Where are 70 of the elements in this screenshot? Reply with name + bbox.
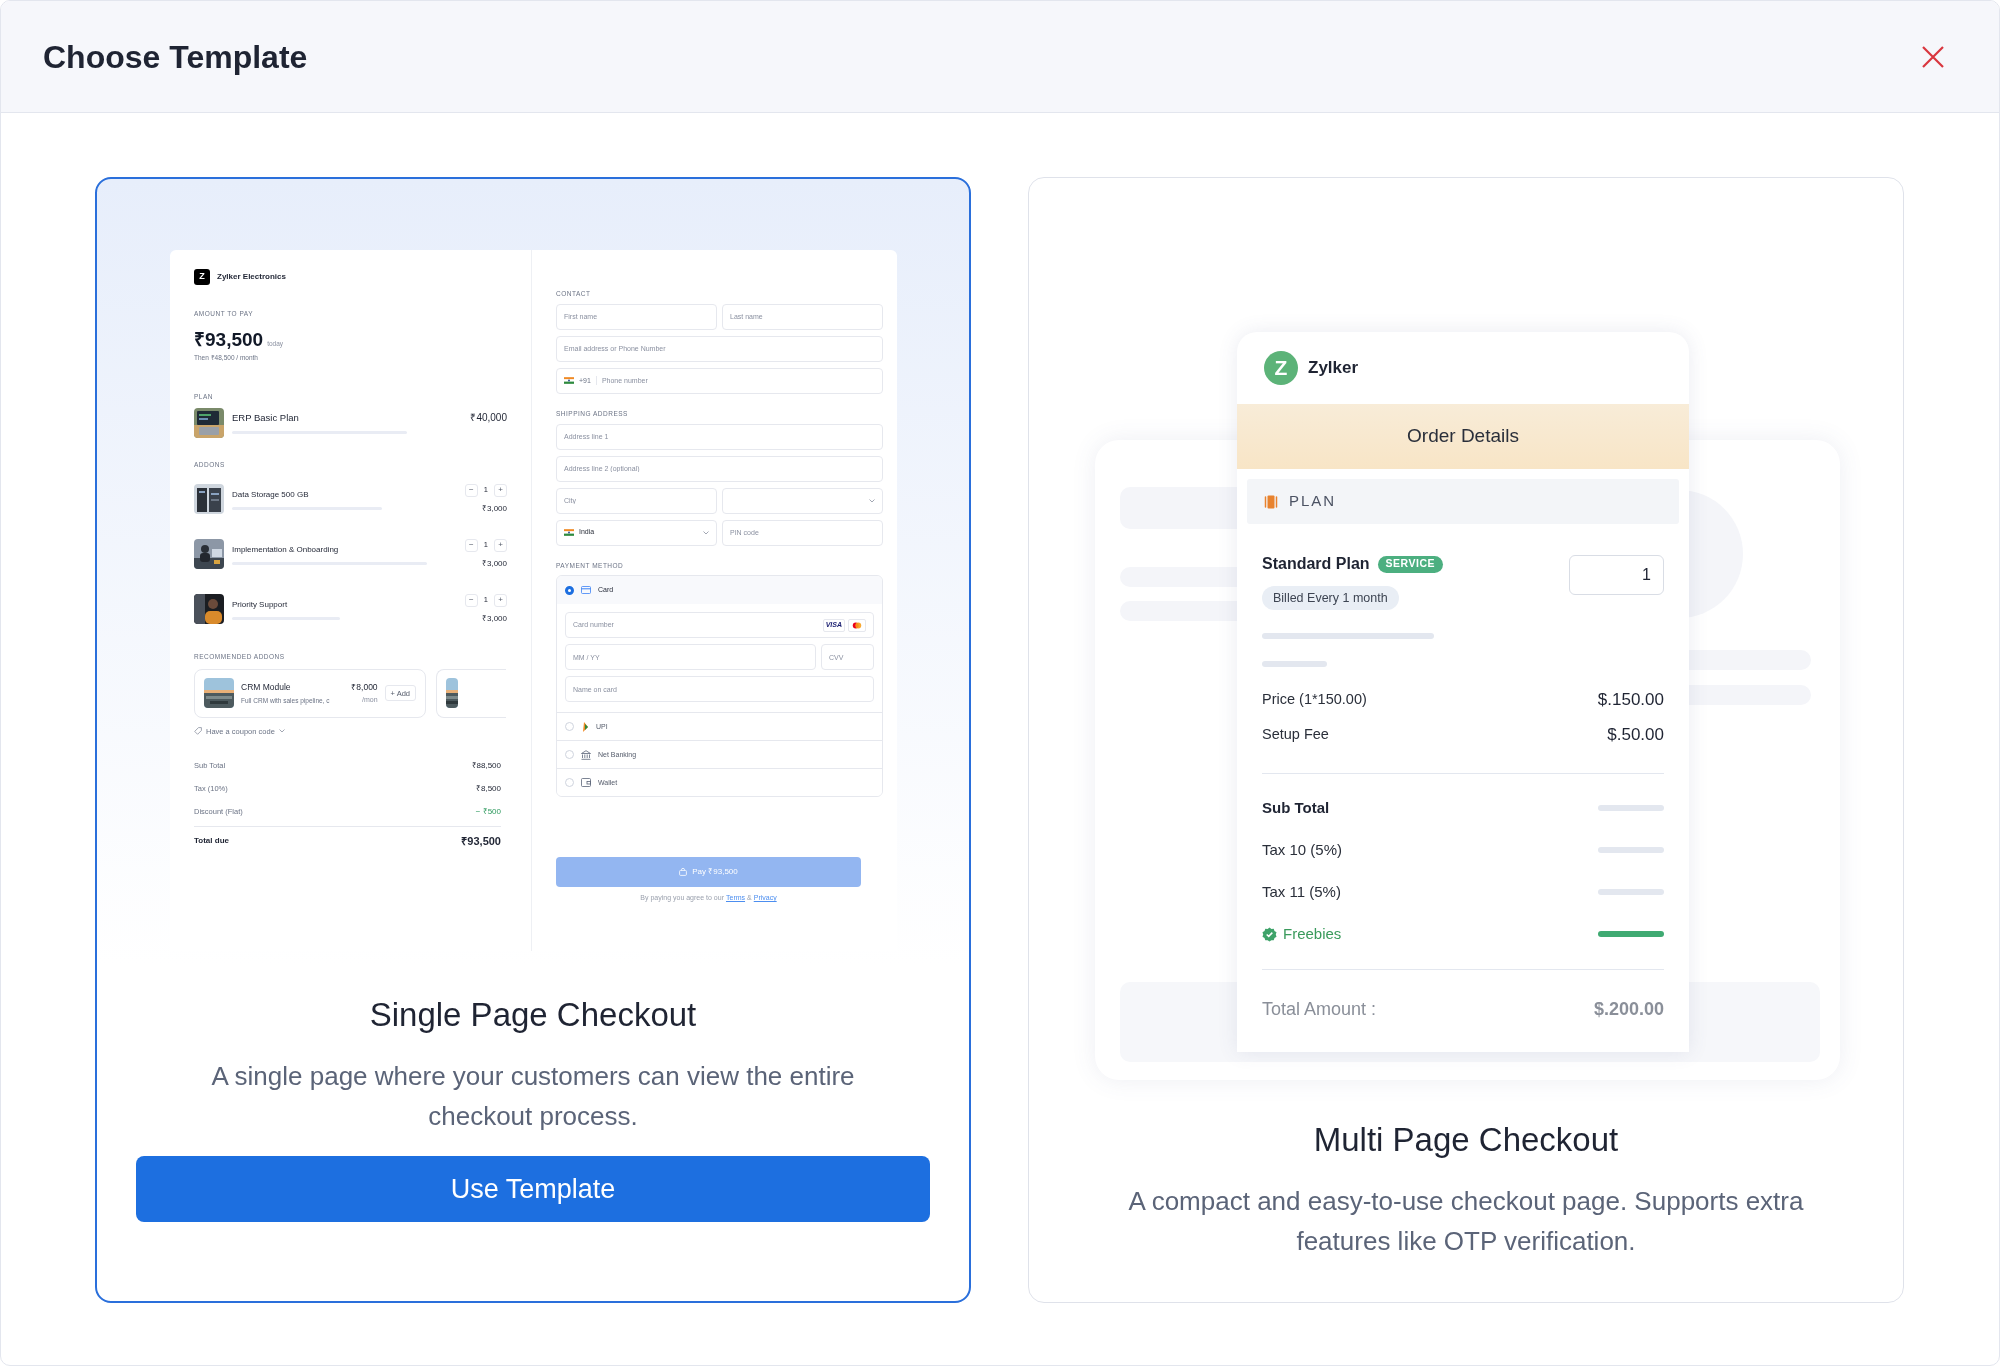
placeholder-bar xyxy=(1598,805,1664,811)
template-card[interactable] xyxy=(95,177,971,1303)
charge-value: $.50.00 xyxy=(1607,724,1664,747)
billing-pill: Billed Every 1 month xyxy=(1262,586,1399,610)
use-template-button[interactable]: Use Template xyxy=(136,1156,930,1222)
increment-button[interactable]: + xyxy=(494,538,507,552)
item-price: ₹3,000 xyxy=(481,502,507,515)
brand-name: Zylker xyxy=(1308,357,1359,380)
total-label: Total due xyxy=(194,835,229,848)
template-description: A compact and easy-to-use checkout page. Supports extra features like OTP verification. xyxy=(1127,1185,1805,1258)
summary-value: − ₹500 xyxy=(475,805,501,818)
item-name: CRM Module xyxy=(241,680,292,694)
charge-label: Setup Fee xyxy=(1262,725,1329,745)
plan-name: Standard Plan xyxy=(1262,554,1370,574)
decrement-button[interactable]: − xyxy=(464,593,478,607)
plan-icon xyxy=(1263,493,1279,510)
decrement-button[interactable]: − xyxy=(464,483,478,497)
summary-value: ₹8,500 xyxy=(475,782,501,795)
total-value: $.200.00 xyxy=(1593,997,1664,1021)
dialog-title: Choose Template xyxy=(43,37,308,77)
quantity-field[interactable]: 1 xyxy=(1569,555,1664,595)
placeholder-bar xyxy=(1598,889,1664,895)
placeholder-bar xyxy=(1598,931,1664,937)
flag-icon xyxy=(564,377,574,385)
chevron-down-icon xyxy=(869,498,875,503)
placeholder-bar xyxy=(1262,661,1327,667)
item-price: ₹3,000 xyxy=(481,612,507,625)
template-title: Single Page Checkout xyxy=(368,995,698,1035)
select-field[interactable] xyxy=(722,487,883,514)
chevron-down-icon xyxy=(703,530,709,535)
tag-icon xyxy=(194,727,202,736)
brand-logo: Z xyxy=(194,269,210,285)
brand-logo: Z xyxy=(1264,351,1298,385)
item-price: ₹3,000 xyxy=(481,557,507,570)
item-name: Priority Support xyxy=(232,598,289,611)
summary-value: ₹88,500 xyxy=(471,759,501,772)
item-price: ₹8,000 xyxy=(351,680,378,694)
decrement-button[interactable]: − xyxy=(464,538,478,552)
template-description: A single page where your customers can view the entire checkout process. xyxy=(210,1060,856,1133)
section-title: PLAN xyxy=(1289,491,1337,512)
item-price: ₹40,000 xyxy=(470,411,507,426)
order-details-header: Order Details xyxy=(1237,404,1689,469)
verified-badge-icon xyxy=(1262,926,1277,942)
mastercard-logo-icon xyxy=(848,618,866,632)
service-badge: SERVICE xyxy=(1377,555,1443,573)
amount: ₹93,500 xyxy=(194,328,264,351)
increment-button[interactable]: + xyxy=(494,593,507,607)
total-value: ₹93,500 xyxy=(461,834,501,849)
flag-icon xyxy=(564,529,574,536)
radio-button[interactable] xyxy=(565,585,574,595)
charge-value: $.150.00 xyxy=(1597,689,1664,712)
bag-icon xyxy=(679,868,688,877)
increment-button[interactable]: + xyxy=(494,483,507,497)
bank-icon xyxy=(581,749,591,760)
tax-label: Tax 11 (5%) xyxy=(1262,881,1341,902)
freebies-label: Freebies xyxy=(1283,923,1342,944)
upi-logo-icon xyxy=(581,721,589,732)
chevron-down-icon xyxy=(278,729,285,734)
wallet-icon xyxy=(581,778,591,788)
item-name: ERP Basic Plan xyxy=(232,411,300,426)
charge-label: Price (1*150.00) xyxy=(1262,690,1367,710)
tax-label: Tax 10 (5%) xyxy=(1262,839,1343,860)
card-icon xyxy=(581,586,591,595)
subtotal-label: Sub Total xyxy=(1262,797,1330,818)
brand-name: Zylker Electronics xyxy=(217,271,286,283)
item-name: Data Storage 500 GB xyxy=(232,488,310,501)
item-name: Implementation & Onboarding xyxy=(232,543,340,556)
placeholder-bar xyxy=(1598,847,1664,853)
template-title: Multi Page Checkout xyxy=(1312,1120,1620,1160)
total-label: Total Amount : xyxy=(1262,997,1377,1021)
